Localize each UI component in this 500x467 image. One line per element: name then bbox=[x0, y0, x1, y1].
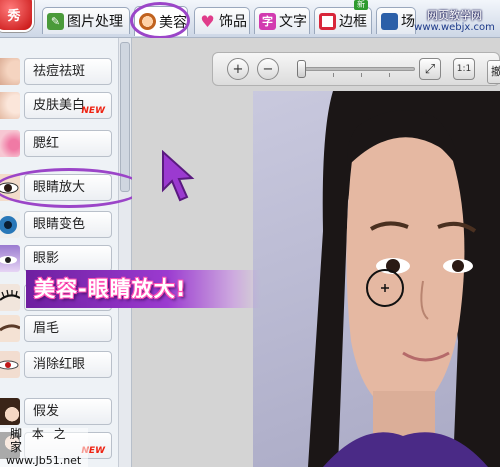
watermark-top-url: www.webjx.com bbox=[414, 22, 495, 33]
blush-icon bbox=[0, 130, 20, 157]
sidebar-item-whiten[interactable]: 皮肤美白 NEW bbox=[0, 90, 118, 121]
sidebar-item-red-eye[interactable]: 消除红眼 bbox=[0, 349, 118, 380]
wig-icon bbox=[0, 398, 20, 425]
sidebar-item-label: 眼睛变色 bbox=[33, 217, 86, 232]
app-logo[interactable]: 秀 bbox=[0, 0, 34, 32]
tab-label: 饰品 bbox=[219, 14, 247, 30]
sidebar-scrollbar[interactable] bbox=[118, 38, 131, 467]
eyebrow-icon bbox=[0, 315, 20, 342]
banner-text: 美容-眼睛放大! bbox=[34, 277, 187, 301]
zoom-slider-track[interactable] bbox=[305, 67, 415, 71]
sidebar-item-label: 眼影 bbox=[33, 251, 60, 266]
sidebar-item-label: 腮红 bbox=[33, 136, 60, 151]
tab-label: 图片处理 bbox=[67, 14, 123, 30]
sidebar-item-eye-color[interactable]: 眼睛变色 bbox=[0, 209, 118, 240]
zoom-toolbar: + − ⤢ 1:1 bbox=[212, 52, 500, 86]
face bbox=[346, 128, 465, 416]
slider-tick bbox=[361, 73, 362, 77]
fit-window-icon: ⤢ bbox=[424, 61, 436, 77]
sidebar-item-eyebrow[interactable]: 眉毛 bbox=[0, 313, 118, 344]
red-eye-svg bbox=[0, 360, 19, 370]
sidebar-item-blush[interactable]: 腮红 bbox=[0, 128, 118, 159]
red-eye-icon bbox=[0, 351, 20, 378]
zoom-slider-thumb[interactable] bbox=[297, 60, 306, 78]
wig-button[interactable]: 假发 bbox=[24, 398, 112, 425]
tab-text[interactable]: 字 文字 bbox=[254, 7, 310, 34]
acne-button[interactable]: 祛痘祛斑 bbox=[24, 58, 112, 85]
sidebar-item-label: 祛痘祛斑 bbox=[33, 64, 86, 79]
eye-shadow-icon bbox=[0, 245, 20, 272]
zoom-in-button[interactable]: + bbox=[227, 58, 249, 80]
eyelash-svg bbox=[0, 289, 20, 301]
right-pupil bbox=[452, 260, 464, 272]
zoom-in-icon: + bbox=[232, 61, 244, 77]
new-badge: 新 bbox=[354, 0, 368, 10]
red-eye-button[interactable]: 消除红眼 bbox=[24, 351, 112, 378]
sidebar-item-label: 眉毛 bbox=[33, 321, 60, 336]
eye-color-button[interactable]: 眼睛变色 bbox=[24, 211, 112, 238]
eye-shadow-svg bbox=[0, 256, 17, 264]
slider-tick bbox=[389, 73, 390, 77]
sidebar-item-label: 消除红眼 bbox=[33, 357, 86, 372]
watermark-top-title: 网页教学网 bbox=[427, 9, 482, 22]
tab-label: 文字 bbox=[279, 14, 307, 30]
picture-edit-icon: ✎ bbox=[47, 12, 64, 30]
eye-color-icon bbox=[0, 211, 20, 238]
eyebrow-button[interactable]: 眉毛 bbox=[24, 315, 112, 342]
watermark-top: 网页教学网 www.webjx.com bbox=[409, 10, 500, 34]
edited-photo[interactable] bbox=[253, 91, 500, 467]
tab-frame[interactable]: 边框 bbox=[314, 7, 372, 34]
new-badge: NEW bbox=[81, 106, 105, 116]
eye-shadow-button[interactable]: 眼影 bbox=[24, 245, 112, 272]
text-icon: 字 bbox=[259, 12, 276, 30]
slider-tick bbox=[333, 73, 334, 77]
tab-highlight-ellipse bbox=[130, 2, 190, 39]
frame-icon bbox=[319, 12, 336, 30]
watermark-bottom-title: 脚 本 之 家 bbox=[10, 427, 69, 454]
skin-whiten-icon bbox=[0, 92, 20, 119]
logo-text: 秀 bbox=[7, 9, 21, 24]
fit-window-button[interactable]: ⤢ bbox=[419, 58, 441, 80]
top-tab-bar: 秀 ✎ 图片处理 美容 ♥ 饰品 字 文字 边框 场 新 网页教学网 www.w… bbox=[0, 0, 500, 39]
tab-accessories[interactable]: ♥ 饰品 bbox=[194, 7, 250, 34]
undo-button-partial[interactable]: 撤 bbox=[487, 60, 500, 84]
undo-label: 撤 bbox=[491, 65, 500, 78]
tab-image-processing[interactable]: ✎ 图片处理 bbox=[42, 7, 130, 34]
sidebar-item-acne[interactable]: 祛痘祛斑 bbox=[0, 56, 118, 87]
acne-face-icon bbox=[0, 58, 20, 85]
sidebar-item-label: 假发 bbox=[33, 404, 60, 419]
sidebar-item-label: 皮肤美白 bbox=[33, 98, 86, 113]
eye-color-svg bbox=[0, 216, 17, 234]
blush-button[interactable]: 腮红 bbox=[24, 130, 112, 157]
watermark-bottom: 脚 本 之 家 www.Jb51.net bbox=[0, 428, 88, 467]
whiten-button[interactable]: 皮肤美白 NEW bbox=[24, 92, 112, 119]
scene-icon bbox=[381, 12, 398, 30]
tutorial-banner: 美容-眼睛放大! bbox=[26, 270, 261, 308]
purple-arrow-cursor-icon bbox=[162, 150, 195, 202]
tab-label: 边框 bbox=[339, 14, 367, 30]
eyelash-icon bbox=[0, 284, 20, 311]
actual-size-label: 1:1 bbox=[456, 64, 472, 74]
portrait-svg bbox=[308, 91, 500, 467]
scrollbar-thumb[interactable] bbox=[120, 42, 130, 192]
heart-icon: ♥ bbox=[200, 11, 215, 31]
actual-size-button[interactable]: 1:1 bbox=[453, 58, 475, 80]
meitu-window: 秀 ✎ 图片处理 美容 ♥ 饰品 字 文字 边框 场 新 网页教学网 www.w… bbox=[0, 0, 500, 467]
sidebar-item-wig[interactable]: 假发 bbox=[0, 396, 118, 427]
zoom-out-button[interactable]: − bbox=[257, 58, 279, 80]
eyebrow-svg bbox=[0, 324, 20, 332]
watermark-bottom-url: www.Jb51.net bbox=[6, 454, 82, 467]
selected-item-highlight-ellipse bbox=[0, 168, 144, 208]
zoom-out-icon: − bbox=[262, 61, 274, 77]
